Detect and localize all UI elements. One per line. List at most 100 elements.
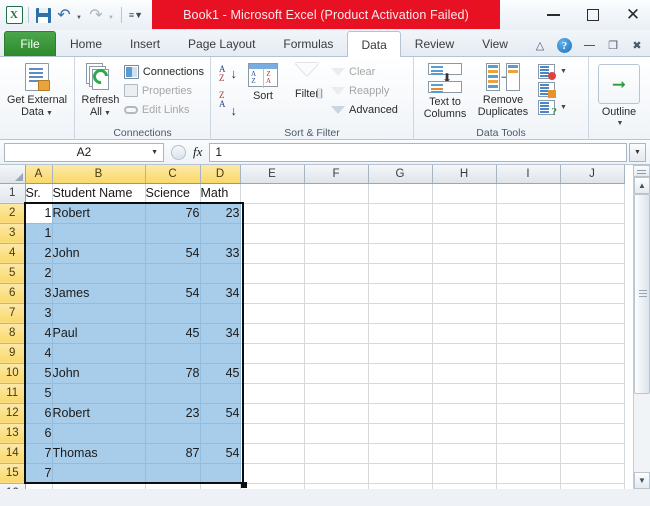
cell-F1[interactable] (304, 183, 369, 204)
cell-G7[interactable] (368, 303, 433, 324)
cell-I15[interactable] (496, 463, 561, 484)
cell-I5[interactable] (496, 263, 561, 284)
cell-H1[interactable] (432, 183, 497, 204)
cell-E10[interactable] (240, 363, 305, 384)
column-header-h[interactable]: H (432, 165, 497, 184)
cell-C12[interactable]: 23 (145, 403, 201, 424)
cell-J7[interactable] (560, 303, 625, 324)
cell-I6[interactable] (496, 283, 561, 304)
cell-H11[interactable] (432, 383, 497, 404)
cell-H3[interactable] (432, 223, 497, 244)
cell-C6[interactable]: 54 (145, 283, 201, 304)
cell-J4[interactable] (560, 243, 625, 264)
cell-H7[interactable] (432, 303, 497, 324)
cell-E14[interactable] (240, 443, 305, 464)
cell-E12[interactable] (240, 403, 305, 424)
cell-E7[interactable] (240, 303, 305, 324)
cell-I14[interactable] (496, 443, 561, 464)
cell-G16[interactable] (368, 483, 433, 489)
cell-D4[interactable]: 33 (200, 243, 241, 264)
cell-I4[interactable] (496, 243, 561, 264)
cell-B9[interactable] (52, 343, 146, 364)
cell-A7[interactable]: 3 (25, 303, 53, 324)
row-header-15[interactable]: 15 (0, 463, 26, 484)
cell-D3[interactable] (200, 223, 241, 244)
minimize-button[interactable] (542, 4, 564, 26)
cell-H13[interactable] (432, 423, 497, 444)
cell-F4[interactable] (304, 243, 369, 264)
sort-ascending-button[interactable]: A Z ↓ (219, 65, 237, 85)
cell-B14[interactable]: Thomas (52, 443, 146, 464)
cell-D11[interactable] (200, 383, 241, 404)
cell-D10[interactable]: 45 (200, 363, 241, 384)
cell-I2[interactable] (496, 203, 561, 224)
cell-A14[interactable]: 7 (25, 443, 53, 464)
cell-H5[interactable] (432, 263, 497, 284)
insert-function-icon[interactable]: fx (193, 144, 202, 160)
cell-F7[interactable] (304, 303, 369, 324)
cell-C1[interactable]: Science (145, 183, 201, 204)
cell-H12[interactable] (432, 403, 497, 424)
cell-F6[interactable] (304, 283, 369, 304)
cell-E2[interactable] (240, 203, 305, 224)
cell-B5[interactable] (52, 263, 146, 284)
cell-G13[interactable] (368, 423, 433, 444)
undo-dropdown-icon[interactable]: ▼ (75, 4, 85, 26)
sort-descending-button[interactable]: Z A ↓ (219, 91, 237, 118)
scroll-down-button[interactable]: ▼ (634, 472, 650, 489)
chevron-down-icon[interactable]: ▼ (617, 118, 624, 130)
maximize-button[interactable] (582, 4, 604, 26)
cell-B8[interactable]: Paul (52, 323, 146, 344)
tab-review[interactable]: Review (401, 31, 468, 56)
cell-J8[interactable] (560, 323, 625, 344)
cell-J9[interactable] (560, 343, 625, 364)
cell-A13[interactable]: 6 (25, 423, 53, 444)
row-header-10[interactable]: 10 (0, 363, 26, 384)
cell-H6[interactable] (432, 283, 497, 304)
customize-qat-icon[interactable]: ≡▼ (126, 4, 146, 26)
text-to-columns-button[interactable]: ⬇ Text to Columns (418, 60, 472, 120)
cell-E15[interactable] (240, 463, 305, 484)
column-header-b[interactable]: B (52, 165, 146, 184)
row-header-11[interactable]: 11 (0, 383, 26, 404)
cell-J14[interactable] (560, 443, 625, 464)
cell-J15[interactable] (560, 463, 625, 484)
tab-page-layout[interactable]: Page Layout (174, 31, 269, 56)
chevron-down-icon[interactable]: ▼ (151, 149, 158, 156)
row-header-9[interactable]: 9 (0, 343, 26, 364)
get-external-data-button[interactable]: Get External Data ▼ (5, 60, 69, 120)
cell-C10[interactable]: 78 (145, 363, 201, 384)
cell-E6[interactable] (240, 283, 305, 304)
redo-icon[interactable]: ↷ (86, 4, 106, 26)
cell-F16[interactable] (304, 483, 369, 489)
row-header-2[interactable]: 2 (0, 203, 26, 224)
row-header-3[interactable]: 3 (0, 223, 26, 244)
cell-I11[interactable] (496, 383, 561, 404)
select-all-corner[interactable] (0, 165, 26, 184)
cell-J1[interactable] (560, 183, 625, 204)
cell-G9[interactable] (368, 343, 433, 364)
tab-insert[interactable]: Insert (116, 31, 174, 56)
cell-J6[interactable] (560, 283, 625, 304)
column-header-d[interactable]: D (200, 165, 241, 184)
data-validation-button[interactable]: ▼ (538, 64, 567, 80)
column-header-g[interactable]: G (368, 165, 433, 184)
column-header-f[interactable]: F (304, 165, 369, 184)
row-header-4[interactable]: 4 (0, 243, 26, 264)
cell-B12[interactable]: Robert (52, 403, 146, 424)
cell-H15[interactable] (432, 463, 497, 484)
cell-J12[interactable] (560, 403, 625, 424)
cell-B7[interactable] (52, 303, 146, 324)
cell-I13[interactable] (496, 423, 561, 444)
cell-B10[interactable]: John (52, 363, 146, 384)
cell-B15[interactable] (52, 463, 146, 484)
cell-I9[interactable] (496, 343, 561, 364)
cell-H2[interactable] (432, 203, 497, 224)
name-box[interactable]: A2 ▼ (4, 142, 164, 162)
cell-J5[interactable] (560, 263, 625, 284)
cell-J11[interactable] (560, 383, 625, 404)
cell-G14[interactable] (368, 443, 433, 464)
cell-D5[interactable] (200, 263, 241, 284)
cell-E8[interactable] (240, 323, 305, 344)
cell-C2[interactable]: 76 (145, 203, 201, 224)
